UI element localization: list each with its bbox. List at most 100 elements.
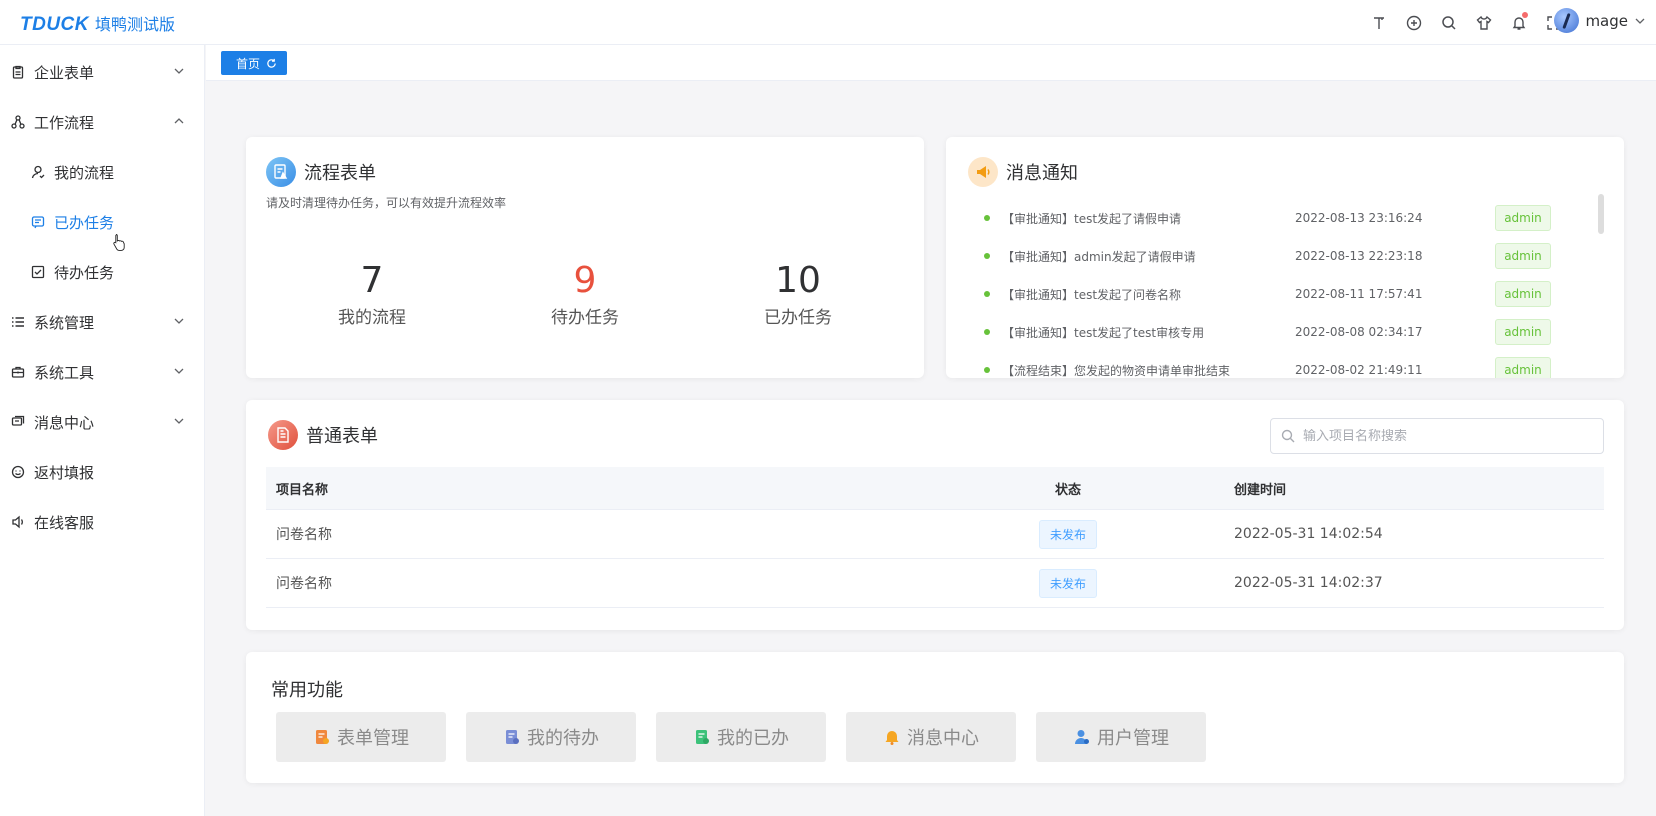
sidebar-item-message-center[interactable]: 消息中心	[0, 397, 205, 447]
message-item[interactable]: 【审批通知】admin发起了请假申请 2022-08-13 22:23:18 a…	[984, 237, 1604, 275]
toolbox-icon	[10, 364, 26, 380]
stat-label: 待办任务	[551, 308, 619, 328]
column-header[interactable]: 状态	[912, 479, 1224, 498]
text-size-icon[interactable]	[1368, 12, 1389, 33]
bell-icon[interactable]	[1508, 12, 1529, 33]
sidebar-item-return-report[interactable]: 返村填报	[0, 447, 205, 497]
clipboard-icon	[10, 64, 26, 80]
user-manage-button[interactable]: 用户管理	[1036, 712, 1206, 762]
logo-text: 填鸭测试版	[95, 15, 176, 34]
github-icon[interactable]	[1403, 12, 1424, 33]
stat-value: 10	[775, 260, 821, 301]
search-icon	[1281, 429, 1295, 443]
scrollbar-thumb[interactable]	[1598, 194, 1604, 234]
msg-card-header: 消息通知	[968, 157, 1078, 187]
header-toolbar	[1368, 0, 1564, 45]
stat-done-tasks[interactable]: 10 已办任务	[692, 260, 904, 329]
status-badge: 未发布	[1038, 519, 1097, 549]
message-list: 【审批通知】test发起了请假申请 2022-08-13 23:16:24 ad…	[984, 199, 1604, 378]
sidebar-item-my-flow[interactable]: 我的流程	[0, 147, 205, 197]
user-manage-icon	[1073, 728, 1091, 746]
message-time: 2022-08-13 23:16:24	[1295, 211, 1423, 225]
chevron-down-icon	[174, 68, 184, 74]
logo[interactable]: TDUCK 填鸭测试版	[20, 11, 175, 36]
message-item[interactable]: 【流程结束】您发起的物资申请单审批结束 2022-08-02 21:49:11 …	[984, 351, 1604, 378]
sidebar-item-todo-tasks[interactable]: 待办任务	[0, 247, 205, 297]
done-list-icon	[30, 214, 46, 230]
megaphone-icon	[968, 157, 998, 187]
search-input[interactable]	[1303, 428, 1583, 444]
stat-todo-tasks[interactable]: 9 待办任务	[479, 260, 691, 329]
chevron-down-icon	[174, 418, 184, 424]
sidebar-item-label: 系统工具	[34, 363, 95, 382]
cell-created: 2022-05-31 14:02:54	[1234, 526, 1383, 542]
status-dot	[984, 215, 990, 221]
message-text: 【审批通知】test发起了请假申请	[1002, 211, 1182, 226]
cell-status: 未发布	[912, 519, 1224, 549]
message-item[interactable]: 【审批通知】test发起了请假申请 2022-08-13 23:16:24 ad…	[984, 199, 1604, 237]
sidebar-item-label: 返村填报	[34, 463, 95, 482]
stat-my-flow[interactable]: 7 我的流程	[266, 260, 478, 329]
stat-label: 我的流程	[338, 308, 406, 328]
theme-icon[interactable]	[1473, 12, 1494, 33]
message-text: 【审批通知】test发起了test审核专用	[1002, 325, 1205, 340]
user-menu[interactable]: mage	[1554, 8, 1646, 33]
button-label: 我的待办	[527, 728, 599, 749]
column-header[interactable]: 项目名称	[266, 479, 912, 498]
project-search[interactable]	[1270, 418, 1604, 454]
button-label: 我的已办	[717, 728, 789, 749]
card-title: 流程表单	[304, 163, 376, 184]
message-text: 【流程结束】您发起的物资申请单审批结束	[1002, 363, 1231, 378]
sidebar-item-label: 我的流程	[54, 163, 115, 182]
status-dot	[984, 253, 990, 259]
table-row[interactable]: 问卷名称 未发布 2022-05-31 14:02:54	[266, 510, 1604, 559]
sidebar-item-enterprise-form[interactable]: 企业表单	[0, 47, 205, 97]
top-header: TDUCK 填鸭测试版 mage	[0, 0, 1656, 45]
message-time: 2022-08-08 02:34:17	[1295, 325, 1423, 339]
column-header[interactable]: 创建时间	[1224, 479, 1604, 498]
chat-icon	[10, 414, 26, 430]
tag-home[interactable]: 首页	[221, 51, 288, 75]
speaker-icon	[10, 514, 26, 530]
search-icon[interactable]	[1438, 12, 1459, 33]
sidebar-item-label: 待办任务	[54, 263, 115, 282]
common-functions-card: 常用功能 表单管理 我的待办 我的已办 消息中心 用户管理	[246, 652, 1624, 783]
message-time: 2022-08-02 21:49:11	[1295, 363, 1423, 377]
form-table: 项目名称 状态 创建时间 问卷名称 未发布 2022-05-31 14:02:5…	[266, 467, 1604, 608]
cell-name: 问卷名称	[276, 576, 332, 592]
logo-mark: TDUCK	[20, 14, 89, 35]
document-icon	[268, 420, 298, 450]
notification-dot	[1522, 12, 1528, 18]
avatar	[1554, 8, 1580, 33]
table-header: 项目名称 状态 创建时间	[266, 467, 1604, 510]
tags-view-bar: 首页	[206, 45, 1656, 81]
todo-icon	[503, 728, 521, 746]
refresh-icon[interactable]	[266, 58, 277, 69]
message-center-button[interactable]: 消息中心	[846, 712, 1016, 762]
stat-value: 9	[573, 260, 597, 301]
my-todo-button[interactable]: 我的待办	[466, 712, 636, 762]
stat-value: 7	[360, 260, 384, 301]
sidebar-item-system-manage[interactable]: 系统管理	[0, 297, 205, 347]
message-user-badge: admin	[1495, 357, 1551, 378]
message-user-badge: admin	[1495, 243, 1551, 269]
form-manage-button[interactable]: 表单管理	[276, 712, 446, 762]
button-label: 表单管理	[337, 728, 409, 749]
button-label: 消息中心	[907, 728, 979, 749]
sidebar-item-workflow[interactable]: 工作流程	[0, 97, 205, 147]
status-dot	[984, 367, 990, 373]
sidebar-item-system-tools[interactable]: 系统工具	[0, 347, 205, 397]
chevron-down-icon	[174, 368, 184, 374]
my-done-button[interactable]: 我的已办	[656, 712, 826, 762]
sidebar-item-label: 系统管理	[34, 313, 95, 332]
flow-icon	[10, 114, 26, 130]
table-row[interactable]: 问卷名称 未发布 2022-05-31 14:02:37	[266, 559, 1604, 608]
list-icon	[10, 314, 26, 330]
message-item[interactable]: 【审批通知】test发起了问卷名称 2022-08-11 17:57:41 ad…	[984, 275, 1604, 313]
normal-form-card: 普通表单 项目名称 状态 创建时间 问卷名称 未发布 2022-05-31 14…	[246, 400, 1624, 630]
status-dot	[984, 329, 990, 335]
sidebar-item-done-tasks[interactable]: 已办任务	[0, 197, 205, 247]
message-item[interactable]: 【审批通知】test发起了test审核专用 2022-08-08 02:34:1…	[984, 313, 1604, 351]
sidebar-item-online-service[interactable]: 在线客服	[0, 497, 205, 547]
sidebar-item-label: 在线客服	[34, 513, 95, 532]
